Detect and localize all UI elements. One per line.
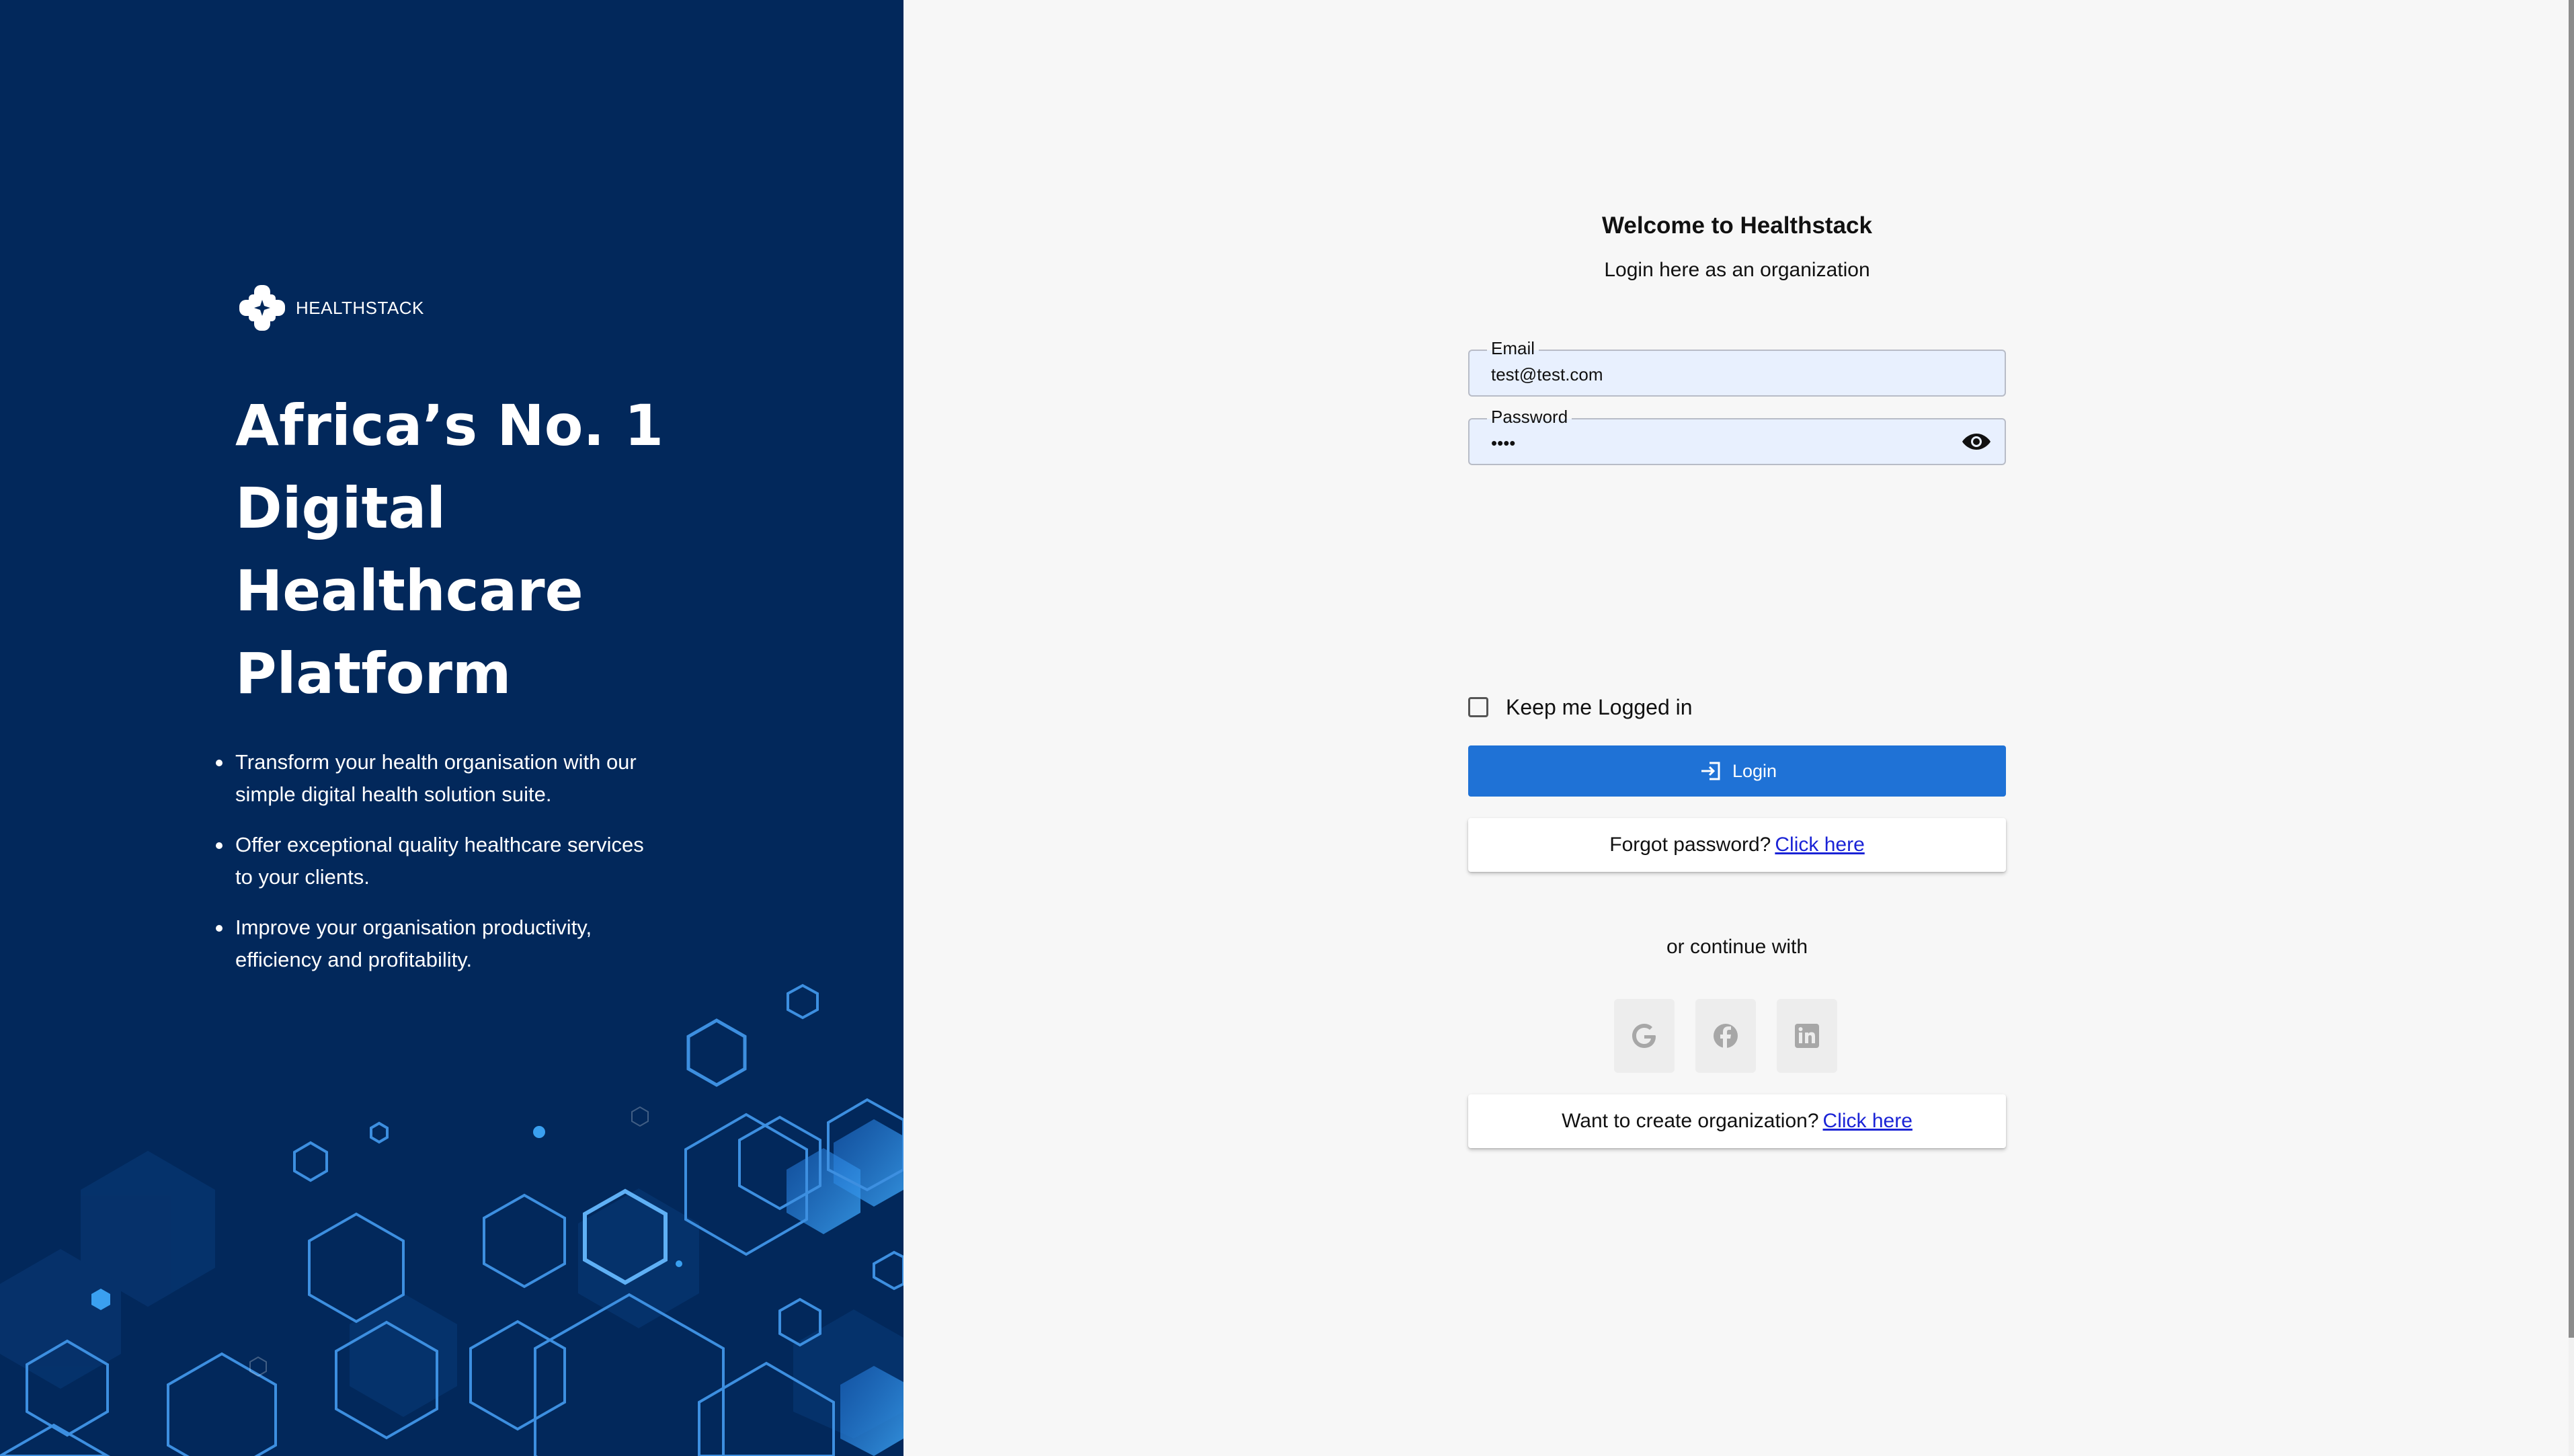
brand-name: HEALTHSTACK [296,297,424,318]
forgot-password-card: Forgot password? Click here [1468,818,2006,872]
facebook-login-button[interactable] [1695,999,1756,1073]
brand-panel: HEALTHSTACK Africa’s No. 1 Digital Healt… [0,0,903,1456]
login-icon [1701,762,1720,780]
headline-line: Platform [235,641,512,706]
keep-logged-in-checkbox[interactable] [1468,697,1488,717]
hero-bullet: Offer exceptional quality healthcare ser… [216,829,666,893]
brand-header: HEALTHSTACK [235,281,424,335]
login-button-label: Login [1732,760,1777,781]
healthstack-logo-icon [239,285,285,331]
hero-bullet-list: Transform your health organisation with … [216,746,666,994]
create-organization-text: Want to create organization? [1562,1110,1819,1132]
hero-bullet: Improve your organisation productivity, … [216,912,666,976]
forgot-password-link[interactable]: Click here [1775,834,1864,856]
login-title: Welcome to Healthstack [1602,212,1872,239]
hexagon-pattern-illustration [0,983,903,1456]
social-login-row [1614,999,1858,1073]
headline-line: Digital [235,475,446,541]
hero-bullet: Transform your health organisation with … [216,746,666,811]
scrollbar-thumb[interactable] [2569,0,2574,1338]
linkedin-login-button[interactable] [1777,999,1837,1073]
linkedin-icon [1795,1024,1819,1048]
create-organization-link[interactable]: Click here [1823,1110,1913,1133]
hero-headline: Africa’s No. 1 Digital Healthcare Platfo… [235,385,706,715]
password-input[interactable] [1491,433,1948,454]
email-input[interactable] [1491,364,1948,385]
login-subtitle: Login here as an organization [1604,259,1870,281]
email-field[interactable]: Email [1468,338,2006,397]
keep-logged-in-label[interactable]: Keep me Logged in [1506,695,1693,720]
google-login-button[interactable] [1614,999,1675,1073]
scrollbar-track[interactable] [2569,0,2574,1456]
login-button[interactable]: Login [1468,745,2006,797]
google-icon [1632,1024,1656,1048]
headline-line: Healthcare [235,558,584,624]
password-field[interactable]: Password [1468,407,2006,465]
create-organization-card: Want to create organization? Click here [1468,1094,2006,1148]
show-password-eye-icon[interactable] [1962,431,1991,452]
login-page: HEALTHSTACK Africa’s No. 1 Digital Healt… [0,0,2574,1456]
forgot-password-text: Forgot password? [1609,834,1771,856]
headline-line: Africa’s No. 1 [235,393,664,458]
email-label: Email [1487,338,1539,358]
password-label: Password [1487,407,1572,427]
facebook-icon [1714,1024,1738,1048]
keep-logged-in-row[interactable]: Keep me Logged in [1468,691,1693,723]
or-continue-text: or continue with [1666,936,1808,958]
